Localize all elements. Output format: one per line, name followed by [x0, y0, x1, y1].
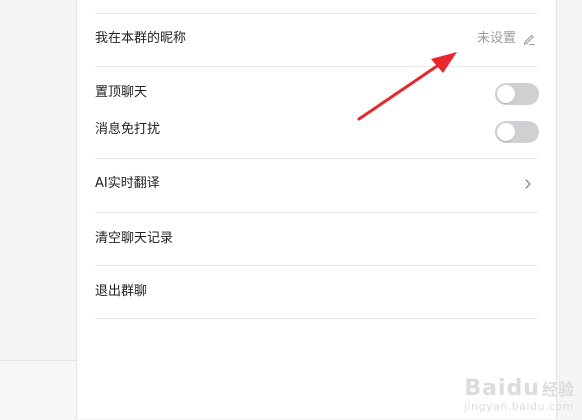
mute-label: 消息免打扰 — [95, 122, 161, 137]
divider — [95, 13, 538, 14]
toggle-knob — [497, 123, 515, 141]
group-settings-panel: 我在本群的昵称 未设置 置顶聊天 消息免打扰 AI实时翻译 清空聊天记录 退出群… — [76, 0, 557, 419]
toggle-knob — [497, 85, 515, 103]
nickname-label: 我在本群的昵称 — [95, 31, 187, 46]
chevron-right-icon[interactable] — [524, 178, 532, 190]
divider — [95, 212, 538, 213]
watermark-brand-cn: 经验 — [541, 380, 574, 399]
leave-group-button[interactable]: 退出群聊 — [95, 283, 147, 301]
clear-history-button[interactable]: 清空聊天记录 — [95, 230, 173, 248]
watermark-url: jingyan.baidu.com — [463, 400, 574, 413]
watermark-brand: Baidu — [464, 376, 540, 401]
ai-translate-label[interactable]: AI实时翻译 — [95, 175, 160, 193]
mute-toggle[interactable] — [495, 121, 539, 143]
pin-chat-toggle[interactable] — [495, 83, 539, 105]
edit-icon[interactable] — [522, 32, 536, 46]
nickname-value[interactable]: 未设置 — [477, 30, 516, 48]
divider — [95, 318, 538, 319]
pin-chat-label: 置顶聊天 — [95, 85, 148, 100]
divider — [95, 66, 538, 67]
chat-list-footer — [0, 360, 77, 420]
divider — [95, 265, 538, 266]
divider — [95, 158, 538, 159]
watermark: Baidu 经验 jingyan.baidu.com — [464, 376, 574, 413]
